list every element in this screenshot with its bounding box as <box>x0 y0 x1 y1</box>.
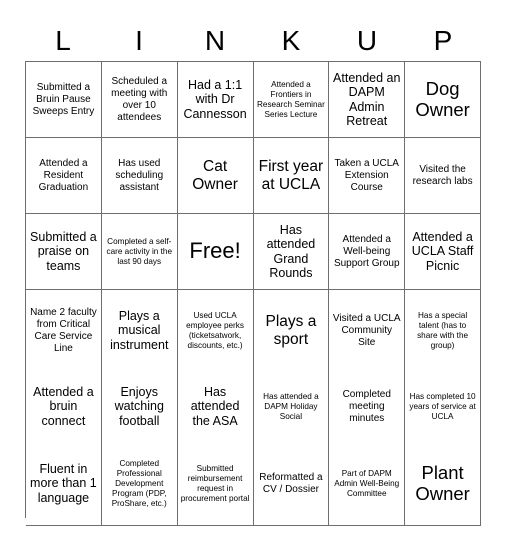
header-letter-k: K <box>281 24 301 56</box>
bingo-cell-label: Submitted a praise on teams <box>30 229 97 273</box>
bingo-cell[interactable]: Cat Owner <box>177 138 254 214</box>
bingo-cell[interactable]: Completed Professional Development Progr… <box>101 442 178 526</box>
bingo-cell-label: Plays a sport <box>265 312 317 348</box>
bingo-cell-label: Dog Owner <box>415 77 470 120</box>
bingo-cell-label: Cat Owner <box>192 157 238 193</box>
header-letter-p: P <box>433 24 453 56</box>
bingo-cell[interactable]: Visited the research labs <box>405 138 481 214</box>
bingo-header-row: L I N K U P <box>25 20 481 61</box>
bingo-cell-label: Attended a bruin connect <box>33 384 94 428</box>
bingo-cell-label: Attended a Resident Graduation <box>38 157 89 193</box>
bingo-cell[interactable]: Scheduled a meeting with over 10 attende… <box>101 62 178 138</box>
bingo-cell-label: Scheduled a meeting with over 10 attende… <box>111 75 168 123</box>
bingo-cell[interactable]: Has attended the ASA <box>177 366 254 448</box>
bingo-cell[interactable]: Has attended a DAPM Holiday Social <box>253 366 330 448</box>
bingo-cell-label: Used UCLA employee perks (ticketsatwork,… <box>186 310 244 350</box>
bingo-cell-label: Has attended a DAPM Holiday Social <box>263 391 319 421</box>
bingo-cell-label: Has used scheduling assistant <box>115 157 164 193</box>
bingo-cell[interactable]: Completed meeting minutes <box>329 366 406 448</box>
bingo-cell[interactable]: Plant Owner <box>405 442 481 526</box>
bingo-cell-label: Completed meeting minutes <box>342 388 391 424</box>
bingo-card: L I N K U P Submitted a Bruin Pause Swee… <box>25 20 481 526</box>
bingo-cell[interactable]: Attended a bruin connect <box>26 366 102 448</box>
bingo-cell[interactable]: Attended a Well-being Support Group <box>329 214 406 290</box>
bingo-cell-label: Has attended the ASA <box>190 384 240 428</box>
bingo-cell-label: Had a 1:1 with Dr Cannesson <box>183 77 247 121</box>
bingo-cell[interactable]: Plays a sport <box>253 290 330 372</box>
bingo-cell[interactable]: Reformatted a CV / Dossier <box>253 442 330 526</box>
bingo-cell[interactable]: Attended an DAPM Admin Retreat <box>329 62 406 138</box>
bingo-cell[interactable]: Submitted a Bruin Pause Sweeps Entry <box>26 62 102 138</box>
bingo-cell-label: Visited a UCLA Community Site <box>332 312 401 348</box>
bingo-grid: Submitted a Bruin Pause Sweeps Entry Sche… <box>25 61 481 526</box>
bingo-cell[interactable]: Has used scheduling assistant <box>101 138 178 214</box>
bingo-cell[interactable]: Name 2 faculty from Critical Care Servic… <box>26 290 102 372</box>
bingo-cell-label: Fluent in more than 1 language <box>30 461 97 505</box>
bingo-cell[interactable]: Has a special talent (has to share with … <box>405 290 481 372</box>
header-letter-l: L <box>55 24 71 56</box>
bingo-cell-label: Has attended Grand Rounds <box>266 222 316 281</box>
bingo-cell[interactable]: Submitted a praise on teams <box>26 214 102 290</box>
bingo-cell-label: Completed Professional Development Progr… <box>111 458 167 508</box>
bingo-cell[interactable]: Had a 1:1 with Dr Cannesson <box>177 62 254 138</box>
bingo-cell-label: Visited the research labs <box>412 163 473 187</box>
bingo-cell-label: Completed a self-care activity in the la… <box>106 236 172 266</box>
bingo-cell[interactable]: Dog Owner <box>405 62 481 138</box>
bingo-cell-label: Plant Owner <box>415 461 470 504</box>
bingo-cell[interactable]: Submitted reimbursement request in procu… <box>177 442 254 526</box>
bingo-cell[interactable]: Attended a Resident Graduation <box>26 138 102 214</box>
bingo-cell[interactable]: Plays a musical instrument <box>101 290 178 372</box>
bingo-cell-label: Has completed 10 years of service at UCL… <box>409 391 476 421</box>
bingo-cell-label: Free! <box>189 238 241 264</box>
bingo-cell-label: Reformatted a CV / Dossier <box>259 471 323 495</box>
bingo-cell-label: Name 2 faculty from Critical Care Servic… <box>30 306 97 354</box>
bingo-free-space[interactable]: Free! <box>177 214 254 290</box>
bingo-cell[interactable]: Visited a UCLA Community Site <box>329 290 406 372</box>
header-letter-u: U <box>356 24 378 56</box>
bingo-cell-label: Attended a Frontiers in Research Seminar… <box>257 79 325 119</box>
bingo-cell-label: First year at UCLA <box>258 157 324 193</box>
bingo-cell-label: Attended an DAPM Admin Retreat <box>333 70 401 129</box>
bingo-cell[interactable]: Has attended Grand Rounds <box>253 214 330 290</box>
bingo-cell[interactable]: First year at UCLA <box>253 138 330 214</box>
bingo-cell-label: Submitted reimbursement request in procu… <box>180 463 250 503</box>
bingo-cell[interactable]: Used UCLA employee perks (ticketsatwork,… <box>177 290 254 372</box>
bingo-cell-label: Submitted a Bruin Pause Sweeps Entry <box>32 81 95 117</box>
header-letter-i: I <box>135 24 143 56</box>
bingo-cell-label: Enjoys watching football <box>114 384 164 428</box>
bingo-cell[interactable]: Completed a self-care activity in the la… <box>101 214 178 290</box>
bingo-cell-label: Attended a UCLA Staff Picnic <box>411 229 474 273</box>
bingo-cell[interactable]: Attended a UCLA Staff Picnic <box>405 214 481 290</box>
header-letter-n: N <box>204 24 226 56</box>
bingo-cell[interactable]: Taken a UCLA Extension Course <box>329 138 406 214</box>
bingo-cell[interactable]: Part of DAPM Admin Well-Being Committee <box>329 442 406 526</box>
bingo-cell-label: Part of DAPM Admin Well-Being Committee <box>334 468 400 498</box>
bingo-cell-label: Taken a UCLA Extension Course <box>334 157 399 193</box>
bingo-cell[interactable]: Enjoys watching football <box>101 366 178 448</box>
bingo-cell[interactable]: Attended a Frontiers in Research Seminar… <box>253 62 330 138</box>
bingo-cell-label: Attended a Well-being Support Group <box>333 233 400 269</box>
bingo-cell-label: Has a special talent (has to share with … <box>417 310 469 350</box>
bingo-cell-label: Plays a musical instrument <box>110 308 169 352</box>
bingo-cell[interactable]: Fluent in more than 1 language <box>26 442 102 526</box>
bingo-cell[interactable]: Has completed 10 years of service at UCL… <box>405 366 481 448</box>
